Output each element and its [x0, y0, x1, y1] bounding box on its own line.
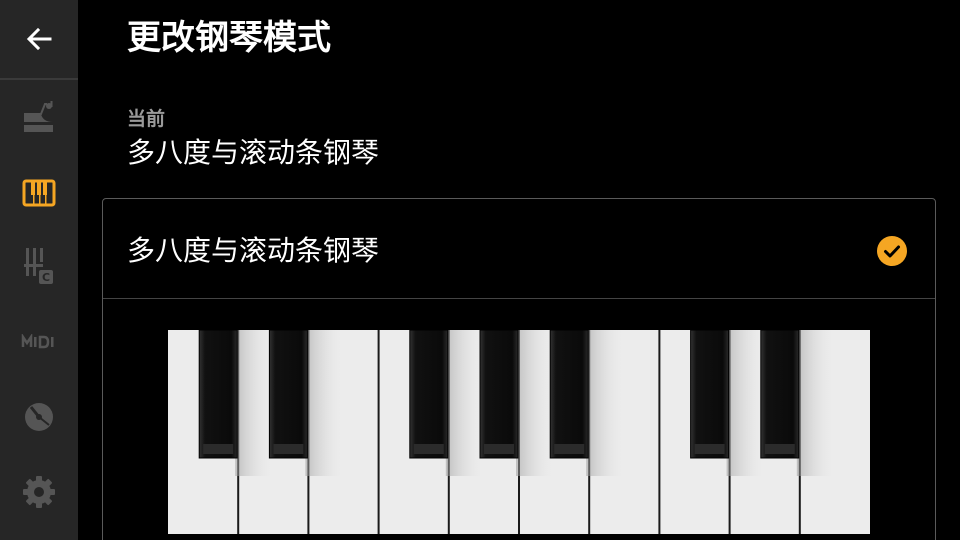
back-arrow-icon	[26, 27, 52, 51]
black-key	[268, 330, 308, 459]
black-key-tip	[273, 444, 304, 454]
black-key-shadow	[586, 330, 625, 476]
sidebar: C	[0, 0, 78, 540]
midi-icon	[21, 334, 54, 349]
black-key-tip	[203, 444, 234, 454]
back-button[interactable]	[0, 0, 78, 78]
current-mode-label: 当前	[127, 108, 166, 130]
black-key-tip	[694, 444, 725, 454]
page-title: 更改钢琴模式	[127, 18, 331, 58]
white-key-divider	[377, 330, 380, 534]
sidebar-item-chords[interactable]: C	[0, 236, 78, 296]
black-key-tip	[413, 444, 444, 454]
black-key-shadow	[796, 330, 835, 476]
black-key	[409, 330, 449, 459]
sidebar-item-midi[interactable]	[0, 312, 78, 372]
black-key-shadow	[305, 330, 344, 476]
option-label: 多八度与滚动条钢琴	[127, 234, 380, 267]
grand-piano-icon	[24, 101, 53, 132]
piano-mode-option[interactable]: 多八度与滚动条钢琴	[103, 199, 935, 299]
black-key-shadow	[726, 330, 765, 476]
sidebar-item-record[interactable]	[0, 387, 78, 447]
black-key	[760, 330, 800, 459]
current-mode-value: 多八度与滚动条钢琴	[127, 136, 380, 169]
white-key-divider	[658, 330, 661, 534]
selected-check-icon	[877, 236, 907, 266]
black-key	[549, 330, 589, 459]
sidebar-item-settings[interactable]	[0, 462, 78, 522]
black-key	[479, 330, 519, 459]
black-key-tip	[484, 444, 514, 454]
black-key	[198, 330, 238, 459]
black-key	[690, 330, 730, 459]
record-disc-icon	[25, 403, 53, 431]
chord-c-icon: C	[24, 248, 53, 284]
svg-text:C: C	[42, 271, 50, 284]
keyboard-icon	[22, 179, 56, 207]
black-key-shadow	[516, 330, 554, 476]
piano-mode-option-card[interactable]: 多八度与滚动条钢琴	[102, 198, 936, 540]
sidebar-divider	[0, 78, 78, 80]
settings-gear-icon	[23, 476, 55, 508]
black-key-tip	[764, 444, 795, 454]
sidebar-item-keyboard[interactable]	[0, 163, 78, 223]
sidebar-item-grand-piano[interactable]	[0, 88, 78, 148]
piano-keyboard-preview	[168, 330, 870, 534]
black-key-shadow	[445, 330, 484, 476]
black-key-shadow	[235, 330, 274, 476]
black-key-tip	[554, 444, 585, 454]
